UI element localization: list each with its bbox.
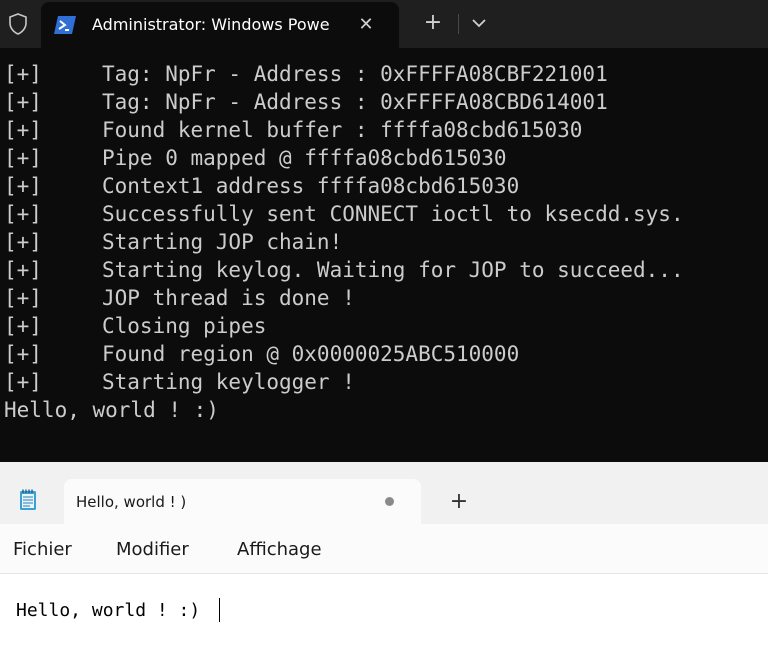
line-text: Starting keylogger ! xyxy=(102,370,355,394)
notepad-window: Hello, world ! ) + Fichier Modifier Affi… xyxy=(0,462,768,650)
terminal-line: [+] Starting keylogger ! xyxy=(4,368,768,396)
line-prefix: [+] xyxy=(4,62,42,86)
notepad-icon xyxy=(20,489,36,510)
terminal-tab[interactable]: Administrator: Windows Powe ✕ xyxy=(41,2,399,48)
line-prefix: [+] xyxy=(4,174,42,198)
plus-icon[interactable]: + xyxy=(421,11,445,35)
terminal-line: [+] JOP thread is done ! xyxy=(4,284,768,312)
terminal-line: [+] Closing pipes xyxy=(4,312,768,340)
line-text: Tag: NpFr - Address : 0xFFFFA08CBF221001 xyxy=(102,62,608,86)
text-caret xyxy=(219,598,220,622)
line-prefix: [+] xyxy=(4,146,42,170)
line-text: Starting keylog. Waiting for JOP to succ… xyxy=(102,258,684,282)
terminal-line: [+] Tag: NpFr - Address : 0xFFFFA08CBF221… xyxy=(4,60,768,88)
editor-content: Hello, world ! :) xyxy=(16,600,201,621)
line-text: Found kernel buffer : ffffa08cbd615030 xyxy=(102,118,583,142)
line-text: Context1 address ffffa08cbd615030 xyxy=(102,174,520,198)
terminal-line: [+] Context1 address ffffa08cbd615030 xyxy=(4,172,768,200)
terminal-titlebar: Administrator: Windows Powe ✕ + xyxy=(0,0,768,48)
menu-affichage[interactable]: Affichage xyxy=(237,538,322,562)
terminal-line: [+] Starting JOP chain! xyxy=(4,228,768,256)
powershell-icon xyxy=(54,16,76,34)
shield-icon xyxy=(9,13,27,35)
line-prefix: [+] xyxy=(4,370,42,394)
line-text: Found region @ 0x0000025ABC510000 xyxy=(102,342,520,366)
line-prefix: [+] xyxy=(4,258,42,282)
close-icon[interactable]: ✕ xyxy=(354,13,378,37)
menu-bar: Fichier Modifier Affichage xyxy=(0,524,768,574)
line-prefix: [+] xyxy=(4,342,42,366)
menu-modifier[interactable]: Modifier xyxy=(116,538,189,562)
terminal-tab-title: Administrator: Windows Powe xyxy=(92,15,330,34)
unsaved-dot-icon[interactable] xyxy=(385,497,394,506)
terminal-line: [+] Starting keylog. Waiting for JOP to s… xyxy=(4,256,768,284)
line-prefix: [+] xyxy=(4,90,42,114)
terminal-line: [+] Successfully sent CONNECT ioctl to ks… xyxy=(4,200,768,228)
chevron-down-icon[interactable] xyxy=(467,11,491,35)
terminal-line: [+] Pipe 0 mapped @ ffffa08cbd615030 xyxy=(4,144,768,172)
line-prefix: [+] xyxy=(4,286,42,310)
terminal-window: Administrator: Windows Powe ✕ + [+] Tag: … xyxy=(0,0,768,462)
line-text: JOP thread is done ! xyxy=(102,286,355,310)
terminal-output-line: Hello, world ! :) xyxy=(4,398,219,422)
menu-fichier[interactable]: Fichier xyxy=(13,538,72,562)
line-prefix: [+] xyxy=(4,202,42,226)
line-text: Starting JOP chain! xyxy=(102,230,343,254)
line-text: Closing pipes xyxy=(102,314,267,338)
line-prefix: [+] xyxy=(4,314,42,338)
notepad-tab[interactable]: Hello, world ! ) xyxy=(64,479,421,524)
notepad-tabbar: Hello, world ! ) + xyxy=(0,462,768,524)
divider xyxy=(458,14,459,34)
terminal-line: [+] Tag: NpFr - Address : 0xFFFFA08CBD614… xyxy=(4,88,768,116)
line-text: Successfully sent CONNECT ioctl to ksecd… xyxy=(102,202,684,226)
line-text: Tag: NpFr - Address : 0xFFFFA08CBD614001 xyxy=(102,90,608,114)
plus-icon[interactable]: + xyxy=(447,490,471,514)
text-editor[interactable]: Hello, world ! :) xyxy=(0,574,768,650)
line-prefix: [+] xyxy=(4,230,42,254)
terminal-line: [+] Found region @ 0x0000025ABC510000 xyxy=(4,340,768,368)
line-prefix: [+] xyxy=(4,118,42,142)
terminal-line: [+] Found kernel buffer : ffffa08cbd61503… xyxy=(4,116,768,144)
line-text: Pipe 0 mapped @ ffffa08cbd615030 xyxy=(102,146,507,170)
notepad-tab-title: Hello, world ! ) xyxy=(76,493,187,511)
terminal-output[interactable]: [+] Tag: NpFr - Address : 0xFFFFA08CBF221… xyxy=(4,60,768,424)
